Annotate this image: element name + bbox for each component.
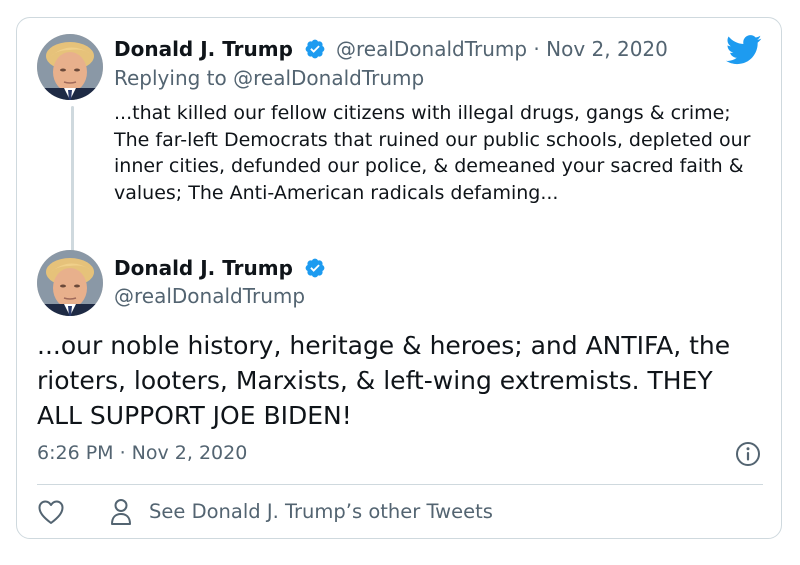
replying-prefix: Replying to — [114, 66, 234, 90]
main-handle[interactable]: @realDonaldTrump — [114, 284, 305, 308]
other-tweets-link[interactable]: See Donald J. Trump’s other Tweets — [149, 500, 493, 523]
avatar[interactable] — [37, 250, 103, 316]
main-tweet-text: ...our noble history, heritage & heroes;… — [37, 331, 731, 430]
verified-badge-icon — [305, 258, 325, 278]
twitter-bird-icon[interactable] — [726, 35, 762, 65]
reply-tweet-text: ...that killed our fellow citizens with … — [114, 102, 751, 204]
replying-handle-link[interactable]: @realDonaldTrump — [233, 66, 424, 90]
heart-icon[interactable] — [37, 499, 65, 525]
reply-author-name[interactable]: Donald J. Trump — [114, 37, 293, 61]
info-icon[interactable] — [735, 441, 761, 467]
divider — [37, 484, 763, 485]
avatar[interactable] — [37, 34, 103, 100]
thread-connector-line — [71, 106, 74, 256]
person-icon[interactable] — [110, 498, 132, 526]
replying-to-line: Replying to @realDonaldTrump — [114, 66, 424, 90]
verified-badge-icon — [305, 39, 325, 59]
reply-handle-and-date[interactable]: @realDonaldTrump · Nov 2, 2020 — [336, 37, 668, 61]
tweet-embed-card: Donald J. Trump @realDonaldTrump · Nov 2… — [16, 17, 782, 539]
main-author-name[interactable]: Donald J. Trump — [114, 256, 293, 280]
tweet-timestamp-link[interactable]: 6:26 PM · Nov 2, 2020 — [37, 442, 247, 464]
